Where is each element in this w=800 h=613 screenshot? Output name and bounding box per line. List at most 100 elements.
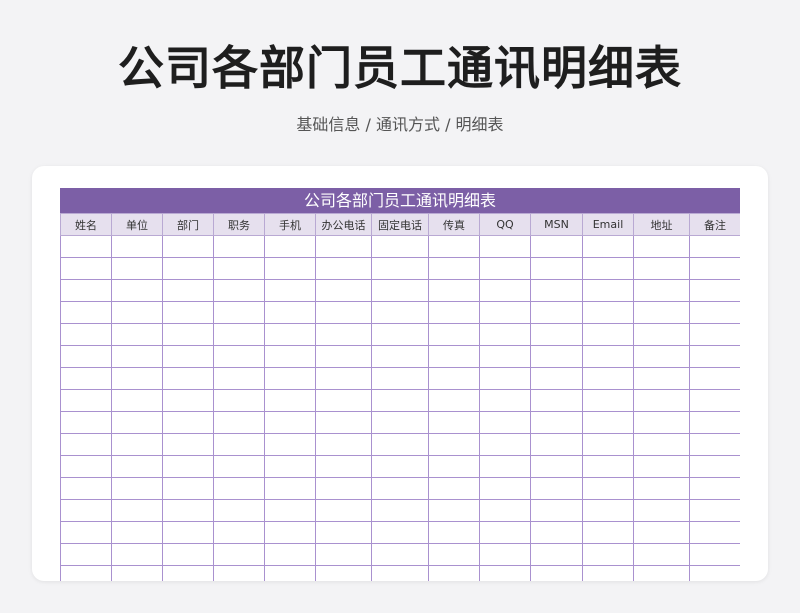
- table-cell[interactable]: [111, 521, 163, 544]
- table-cell[interactable]: [428, 345, 480, 368]
- table-cell[interactable]: [530, 565, 583, 581]
- table-cell[interactable]: [689, 521, 740, 544]
- table-cell[interactable]: [315, 323, 372, 346]
- table-cell[interactable]: [162, 521, 214, 544]
- table-cell[interactable]: [582, 543, 634, 566]
- table-cell[interactable]: [315, 367, 372, 390]
- table-cell[interactable]: [633, 323, 690, 346]
- table-cell[interactable]: [479, 521, 531, 544]
- table-cell[interactable]: [689, 235, 740, 258]
- table-cell[interactable]: [264, 411, 316, 434]
- table-cell[interactable]: [264, 543, 316, 566]
- column-header[interactable]: 部门: [162, 213, 214, 236]
- table-cell[interactable]: [479, 499, 531, 522]
- table-cell[interactable]: [428, 323, 480, 346]
- table-cell[interactable]: [689, 389, 740, 412]
- table-cell[interactable]: [428, 565, 480, 581]
- table-cell[interactable]: [633, 301, 690, 324]
- table-cell[interactable]: [315, 521, 372, 544]
- table-cell[interactable]: [479, 477, 531, 500]
- table-cell[interactable]: [479, 257, 531, 280]
- table-cell[interactable]: [315, 499, 372, 522]
- table-cell[interactable]: [60, 455, 112, 478]
- table-cell[interactable]: [582, 455, 634, 478]
- table-cell[interactable]: [162, 543, 214, 566]
- table-cell[interactable]: [479, 235, 531, 258]
- table-cell[interactable]: [111, 455, 163, 478]
- table-cell[interactable]: [689, 301, 740, 324]
- table-cell[interactable]: [530, 257, 583, 280]
- table-cell[interactable]: [633, 565, 690, 581]
- table-cell[interactable]: [689, 411, 740, 434]
- column-header[interactable]: 姓名: [60, 213, 112, 236]
- table-cell[interactable]: [371, 521, 429, 544]
- table-cell[interactable]: [371, 411, 429, 434]
- table-cell[interactable]: [315, 389, 372, 412]
- table-cell[interactable]: [162, 411, 214, 434]
- table-cell[interactable]: [213, 411, 265, 434]
- table-cell[interactable]: [689, 455, 740, 478]
- table-cell[interactable]: [428, 279, 480, 302]
- table-cell[interactable]: [315, 543, 372, 566]
- table-cell[interactable]: [428, 367, 480, 390]
- table-cell[interactable]: [479, 301, 531, 324]
- table-cell[interactable]: [428, 301, 480, 324]
- table-cell[interactable]: [213, 477, 265, 500]
- table-cell[interactable]: [428, 477, 480, 500]
- table-cell[interactable]: [111, 565, 163, 581]
- table-cell[interactable]: [111, 411, 163, 434]
- table-cell[interactable]: [633, 521, 690, 544]
- table-cell[interactable]: [264, 345, 316, 368]
- table-cell[interactable]: [111, 389, 163, 412]
- table-cell[interactable]: [162, 367, 214, 390]
- table-cell[interactable]: [371, 499, 429, 522]
- table-cell[interactable]: [633, 257, 690, 280]
- table-cell[interactable]: [689, 565, 740, 581]
- table-cell[interactable]: [371, 367, 429, 390]
- table-cell[interactable]: [689, 433, 740, 456]
- table-cell[interactable]: [111, 323, 163, 346]
- table-cell[interactable]: [530, 521, 583, 544]
- table-cell[interactable]: [162, 455, 214, 478]
- table-cell[interactable]: [162, 433, 214, 456]
- table-cell[interactable]: [582, 279, 634, 302]
- table-cell[interactable]: [213, 257, 265, 280]
- table-cell[interactable]: [213, 279, 265, 302]
- table-cell[interactable]: [479, 543, 531, 566]
- table-cell[interactable]: [315, 301, 372, 324]
- table-cell[interactable]: [111, 499, 163, 522]
- table-cell[interactable]: [60, 367, 112, 390]
- table-cell[interactable]: [479, 565, 531, 581]
- table-cell[interactable]: [213, 235, 265, 258]
- table-cell[interactable]: [60, 323, 112, 346]
- table-cell[interactable]: [633, 389, 690, 412]
- table-cell[interactable]: [60, 389, 112, 412]
- table-cell[interactable]: [633, 543, 690, 566]
- table-cell[interactable]: [60, 257, 112, 280]
- table-cell[interactable]: [213, 345, 265, 368]
- table-cell[interactable]: [264, 499, 316, 522]
- table-cell[interactable]: [371, 345, 429, 368]
- table-cell[interactable]: [111, 279, 163, 302]
- table-cell[interactable]: [162, 345, 214, 368]
- table-cell[interactable]: [530, 389, 583, 412]
- table-cell[interactable]: [428, 389, 480, 412]
- table-cell[interactable]: [689, 477, 740, 500]
- table-cell[interactable]: [111, 367, 163, 390]
- table-cell[interactable]: [371, 301, 429, 324]
- column-header[interactable]: 职务: [213, 213, 265, 236]
- table-cell[interactable]: [60, 411, 112, 434]
- table-cell[interactable]: [582, 323, 634, 346]
- table-cell[interactable]: [479, 433, 531, 456]
- table-cell[interactable]: [479, 345, 531, 368]
- table-cell[interactable]: [264, 389, 316, 412]
- table-cell[interactable]: [689, 499, 740, 522]
- table-cell[interactable]: [530, 235, 583, 258]
- table-cell[interactable]: [315, 257, 372, 280]
- table-cell[interactable]: [633, 235, 690, 258]
- table-cell[interactable]: [582, 565, 634, 581]
- table-cell[interactable]: [633, 455, 690, 478]
- table-cell[interactable]: [60, 301, 112, 324]
- table-cell[interactable]: [162, 301, 214, 324]
- table-cell[interactable]: [633, 477, 690, 500]
